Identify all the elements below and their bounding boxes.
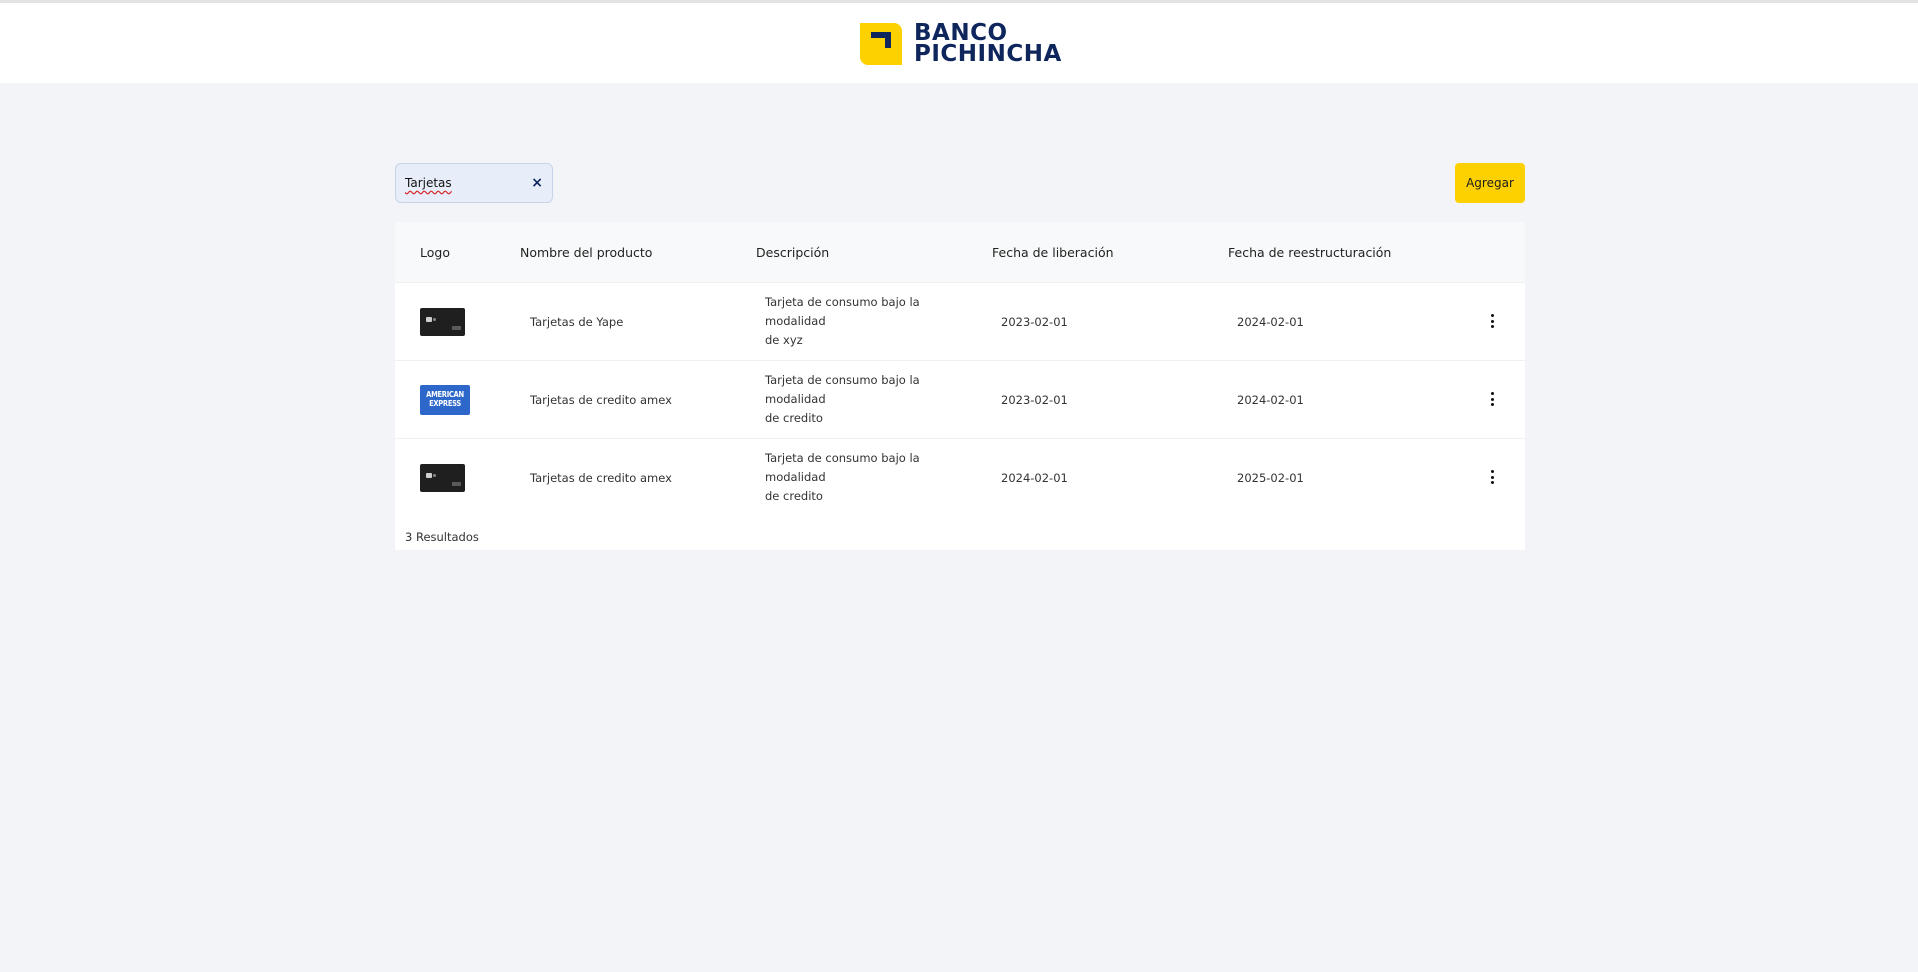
product-name: Tarjetas de credito amex bbox=[530, 392, 672, 407]
table-row: AMERICAN EXPRESS Tarjetas de credito ame… bbox=[395, 360, 1525, 438]
bank-logo-icon bbox=[860, 23, 902, 65]
clear-icon[interactable]: × bbox=[531, 175, 543, 191]
header-name: Nombre del producto bbox=[520, 244, 653, 260]
release-date: 2023-02-01 bbox=[1001, 314, 1068, 329]
product-name: Tarjetas de credito amex bbox=[530, 470, 672, 485]
row-menu-icon[interactable] bbox=[1488, 311, 1496, 331]
restructure-date: 2025-02-01 bbox=[1237, 470, 1304, 485]
table-header: Logo Nombre del producto Descripción Fec… bbox=[395, 222, 1525, 282]
header: BANCO PICHINCHA bbox=[0, 3, 1918, 83]
row-menu-icon[interactable] bbox=[1488, 389, 1496, 409]
bank-logo: BANCO PICHINCHA bbox=[860, 22, 1062, 66]
products-table: Logo Nombre del producto Descripción Fec… bbox=[395, 222, 1525, 550]
product-description: Tarjeta de consumo bajo la modalidad de … bbox=[765, 373, 920, 425]
release-date: 2023-02-01 bbox=[1001, 392, 1068, 407]
results-count: 3 Resultados bbox=[405, 530, 479, 544]
search-input[interactable]: Tarjetas × bbox=[395, 163, 553, 203]
row-menu-icon[interactable] bbox=[1488, 467, 1496, 487]
restructure-date: 2024-02-01 bbox=[1237, 314, 1304, 329]
product-description: Tarjeta de consumo bajo la modalidad de … bbox=[765, 295, 920, 347]
table-row: Tarjetas de credito amex Tarjeta de cons… bbox=[395, 438, 1525, 516]
header-release-date: Fecha de liberación bbox=[992, 244, 1114, 260]
restructure-date: 2024-02-01 bbox=[1237, 392, 1304, 407]
header-restructure-date: Fecha de reestructuración bbox=[1228, 244, 1392, 260]
product-logo bbox=[420, 463, 465, 492]
card-image-icon bbox=[420, 307, 465, 336]
release-date: 2024-02-01 bbox=[1001, 470, 1068, 485]
bank-logo-text: BANCO PICHINCHA bbox=[914, 20, 1062, 67]
add-button[interactable]: Agregar bbox=[1455, 163, 1525, 203]
product-logo: AMERICAN EXPRESS bbox=[420, 384, 470, 415]
table-row: Tarjetas de Yape Tarjeta de consumo bajo… bbox=[395, 282, 1525, 360]
product-name: Tarjetas de Yape bbox=[530, 314, 624, 329]
header-logo: Logo bbox=[420, 244, 450, 260]
header-description: Descripción bbox=[756, 244, 830, 260]
search-value[interactable]: Tarjetas bbox=[405, 176, 531, 190]
amex-logo-icon: AMERICAN EXPRESS bbox=[420, 384, 470, 415]
card-image-icon bbox=[420, 463, 465, 492]
product-description: Tarjeta de consumo bajo la modalidad de … bbox=[765, 451, 920, 503]
product-logo bbox=[420, 307, 465, 336]
